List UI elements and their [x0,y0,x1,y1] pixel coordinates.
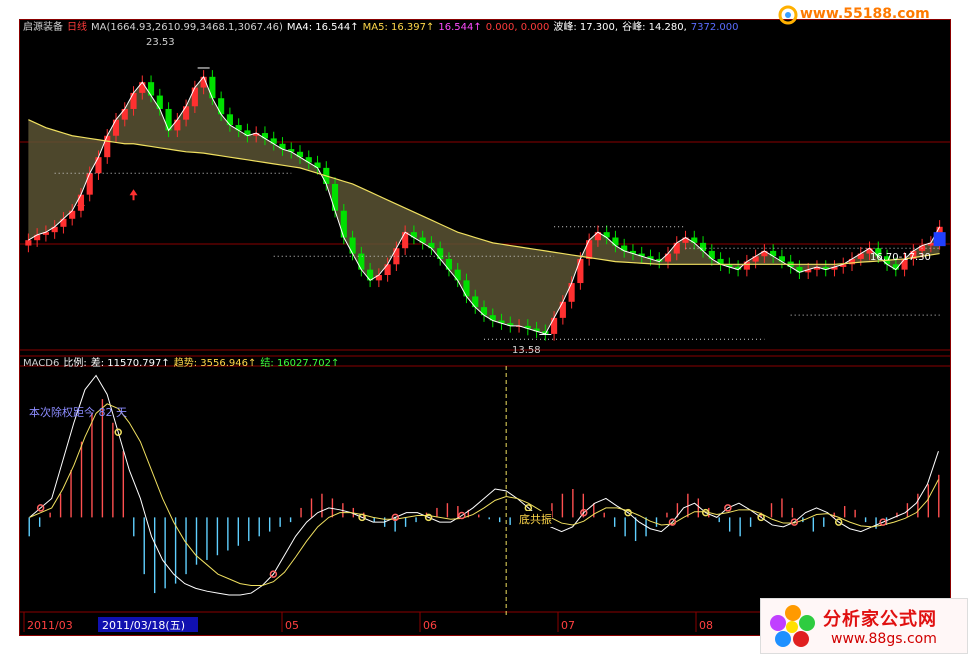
candle-body [586,240,593,259]
candle-body [331,183,339,211]
candle-body [95,157,102,174]
candle-body [437,248,444,259]
swirl-logo-icon [778,5,798,25]
candle-body [121,108,128,120]
candle-body [340,210,347,238]
candle-body [463,280,470,297]
cursor-date-label: 2011/03/18(五) [102,619,185,632]
macd-trend: 趋势: 3556.946↑ [173,358,257,369]
candle-body [358,253,365,270]
macd-dea-line [29,403,939,587]
macd-diff-line [29,374,939,596]
candle-body [69,210,76,219]
date-axis-label: 08 [699,619,713,632]
candle-body [183,106,190,120]
candle-body [612,237,619,246]
top-watermark: www.55188.com [778,4,968,26]
candle-body [454,269,461,281]
candle-body [60,218,67,227]
candle-body [112,119,120,136]
candle-body [551,317,558,334]
brand-url: www.88gs.com [831,631,937,647]
ma-fill-area [28,76,940,334]
macd-result: 结: 16027.702↑ [260,358,340,369]
candle-body [743,261,750,270]
candle-body [104,135,111,158]
candle-body [191,87,198,107]
high-price-label: 23.53 [146,37,175,48]
candle-body [402,232,409,249]
candle-body [480,307,488,316]
candle-body [139,82,146,93]
price-panel [25,67,946,341]
candle-body [708,250,715,259]
candle-body [156,95,163,109]
candle-body [568,283,575,302]
candle-body [174,119,181,131]
date-axis-label: 07 [561,619,575,632]
candle-body [559,301,566,318]
brand-name: 分析家公式网 [823,609,937,630]
date-axis-label: 2011/03 [27,619,73,632]
candle-body [25,240,32,246]
candle-body [147,82,155,96]
ex-rights-note: 本次除权距今 82 天 [29,406,127,419]
buy-arrow-icon [129,189,138,201]
grid-lines [20,141,950,613]
candle-body [664,253,672,262]
candle-body [577,258,584,284]
candle-body [384,264,391,276]
date-axis-label: 05 [285,619,299,632]
macd-name: MACD6 [23,358,60,369]
candle-body [130,92,137,109]
candle-body [86,173,93,195]
macd-diff: 差: 11570.797↑ [90,358,170,369]
range-label: 16.70-17.30 [870,252,931,263]
macd-header: MACD6 比例: 差: 11570.797↑ 趋势: 3556.946↑ 结: 160… [23,357,343,371]
candle-body [349,237,356,254]
low-price-label: 13.58 [512,345,541,356]
candle-body [226,114,233,126]
candle-body [445,258,453,270]
candle-body [699,242,707,251]
macd-ratio: 比例: [63,358,87,369]
bottom-watermark: 分析家公式网 www.88gs.com [760,598,968,654]
resonance-label: 底共振 [519,511,552,527]
blue-signal-block [933,232,946,247]
candle-body [472,296,479,308]
macd-panel [28,366,940,615]
date-axis: 2011/03 05 06 07 08 2011/03/18(五) [23,612,713,632]
candle-body [209,76,216,99]
top-watermark-text: www.55188.com [800,6,930,22]
chart-frame: 启源装备 日线 MA(1664.93,2610.99,3468.1,3067.46)… [19,19,951,636]
flower-logo-icon [770,605,815,647]
date-axis-label: 06 [423,619,437,632]
candle-body [673,242,680,254]
chart-svg: 2011/03 05 06 07 08 2011/03/18(五) [20,67,950,632]
candle-body [218,98,225,115]
